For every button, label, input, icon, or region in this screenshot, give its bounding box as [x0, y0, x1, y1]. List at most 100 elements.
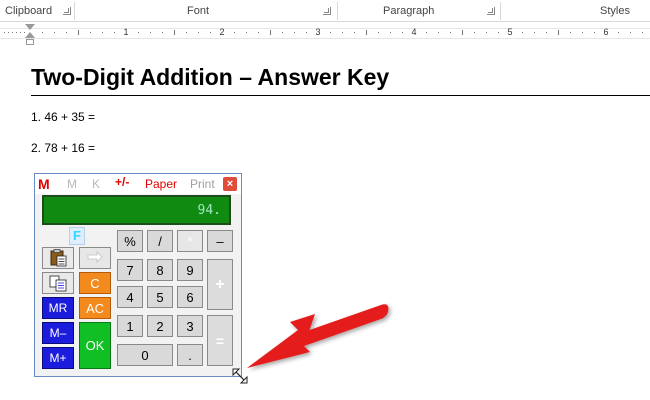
- font-group-label: Font: [187, 5, 210, 17]
- ruler-mark: [102, 32, 103, 33]
- digit-4-button[interactable]: 4: [117, 286, 143, 308]
- percent-button[interactable]: %: [117, 230, 143, 252]
- ruler-mark: [258, 32, 259, 33]
- divide-button[interactable]: /: [147, 230, 173, 252]
- paper-menu[interactable]: Paper: [145, 177, 177, 191]
- clipboard-paste-icon: [50, 249, 67, 267]
- copy-icon: [49, 275, 67, 292]
- ruler-mark: [66, 32, 67, 33]
- print-menu[interactable]: Print: [190, 177, 215, 191]
- ruler-mark: [282, 32, 283, 33]
- memory-menu[interactable]: M: [67, 177, 77, 191]
- ribbon-group-clipboard: Clipboard: [5, 0, 75, 22]
- font-dialog-launcher-icon[interactable]: [323, 7, 331, 15]
- ruler-mark: [330, 32, 331, 33]
- ruler-number: 2: [219, 27, 225, 37]
- copy-button[interactable]: [42, 272, 74, 294]
- equals-button[interactable]: =: [207, 315, 233, 366]
- indent-marker[interactable]: [25, 24, 35, 45]
- digit-3-button[interactable]: 3: [177, 315, 203, 337]
- close-icon[interactable]: ×: [223, 177, 237, 191]
- ruler-mark: [642, 32, 643, 33]
- clipboard-dialog-launcher-icon[interactable]: [63, 7, 71, 15]
- ruler-mark: [450, 32, 451, 33]
- memory-recall-button[interactable]: MR: [42, 297, 74, 319]
- ruler-mark: [582, 32, 583, 33]
- ruler-mark: [4, 32, 5, 33]
- ruler-mark: [186, 32, 187, 33]
- ruler-mark: [174, 30, 175, 35]
- display-value: 94.: [197, 203, 221, 218]
- ruler-number: 6: [603, 27, 609, 37]
- digit-0-button[interactable]: 0: [117, 344, 173, 366]
- ruler-mark: [12, 32, 13, 33]
- ok-button[interactable]: OK: [79, 322, 111, 369]
- ribbon-group-styles: Styles: [501, 0, 650, 22]
- digit-1-button[interactable]: 1: [117, 315, 143, 337]
- red-arrow-icon: [247, 304, 389, 368]
- ruler-mark: [354, 32, 355, 33]
- digit-5-button[interactable]: 5: [147, 286, 173, 308]
- ruler-mark: [138, 32, 139, 33]
- left-indent-icon[interactable]: [26, 39, 34, 45]
- digit-9-button[interactable]: 9: [177, 259, 203, 281]
- calculator-menu-bar: M M K +/- Paper Print ×: [35, 174, 241, 194]
- memory-indicator[interactable]: M: [38, 176, 50, 192]
- ruler-mark: [150, 32, 151, 33]
- first-line-indent-icon[interactable]: [25, 24, 35, 30]
- ruler-mark: [618, 32, 619, 33]
- ribbon-group-bar: Clipboard Font Paragraph Styles: [0, 0, 650, 22]
- ruler-mark: [390, 32, 391, 33]
- ruler-mark: [90, 32, 91, 33]
- ruler-mark: [558, 30, 559, 35]
- ruler-mark: [270, 30, 271, 35]
- paragraph-dialog-launcher-icon[interactable]: [487, 7, 495, 15]
- ruler-mark: [42, 32, 43, 33]
- ruler-mark: [198, 32, 199, 33]
- backspace-button[interactable]: [79, 247, 111, 269]
- function-tab[interactable]: F: [69, 227, 85, 245]
- plus-button[interactable]: +: [207, 259, 233, 310]
- paste-button[interactable]: [42, 247, 74, 269]
- memory-minus-button[interactable]: M–: [42, 322, 74, 344]
- backspace-icon: [87, 251, 103, 263]
- ruler-mark: [546, 32, 547, 33]
- clear-button[interactable]: C: [79, 272, 111, 294]
- minus-button[interactable]: –: [207, 230, 233, 252]
- ruler-mark: [8, 32, 9, 33]
- digit-8-button[interactable]: 8: [147, 259, 173, 281]
- all-clear-button[interactable]: AC: [79, 297, 111, 319]
- ruler-mark: [462, 30, 463, 35]
- calculator-widget[interactable]: M M K +/- Paper Print × 94. F C MR AC M–…: [34, 173, 242, 377]
- ruler-mark: [438, 32, 439, 33]
- ruler-mark: [534, 32, 535, 33]
- question-1: 1. 46 + 35 =: [31, 110, 96, 124]
- clipboard-group-label: Clipboard: [5, 5, 53, 17]
- ruler-mark: [114, 32, 115, 33]
- hanging-indent-icon[interactable]: [25, 32, 35, 38]
- plus-minus-menu[interactable]: +/-: [115, 175, 129, 189]
- ruler-mark: [570, 32, 571, 33]
- digit-7-button[interactable]: 7: [117, 259, 143, 281]
- horizontal-ruler[interactable]: 1 2 3 4 5 6: [0, 22, 650, 45]
- ruler-mark: [234, 32, 235, 33]
- ruler-number: 3: [315, 27, 321, 37]
- digit-6-button[interactable]: 6: [177, 286, 203, 308]
- multiply-button[interactable]: *: [177, 230, 203, 252]
- ruler-mark: [210, 32, 211, 33]
- ruler-number: 4: [411, 27, 417, 37]
- ribbon-group-paragraph: Paragraph: [338, 0, 500, 22]
- ruler-mark: [162, 32, 163, 33]
- memory-plus-button[interactable]: M+: [42, 347, 74, 369]
- ruler-mark: [498, 32, 499, 33]
- decimal-button[interactable]: .: [177, 344, 203, 366]
- digit-2-button[interactable]: 2: [147, 315, 173, 337]
- heading-underline: [31, 95, 650, 96]
- paragraph-group-label: Paragraph: [383, 5, 435, 17]
- constant-menu[interactable]: K: [92, 177, 100, 191]
- ruler-mark: [402, 32, 403, 33]
- ruler-mark: [16, 32, 17, 33]
- ruler-mark: [294, 32, 295, 33]
- ruler-mark: [522, 32, 523, 33]
- calculator-display: 94.: [42, 195, 231, 225]
